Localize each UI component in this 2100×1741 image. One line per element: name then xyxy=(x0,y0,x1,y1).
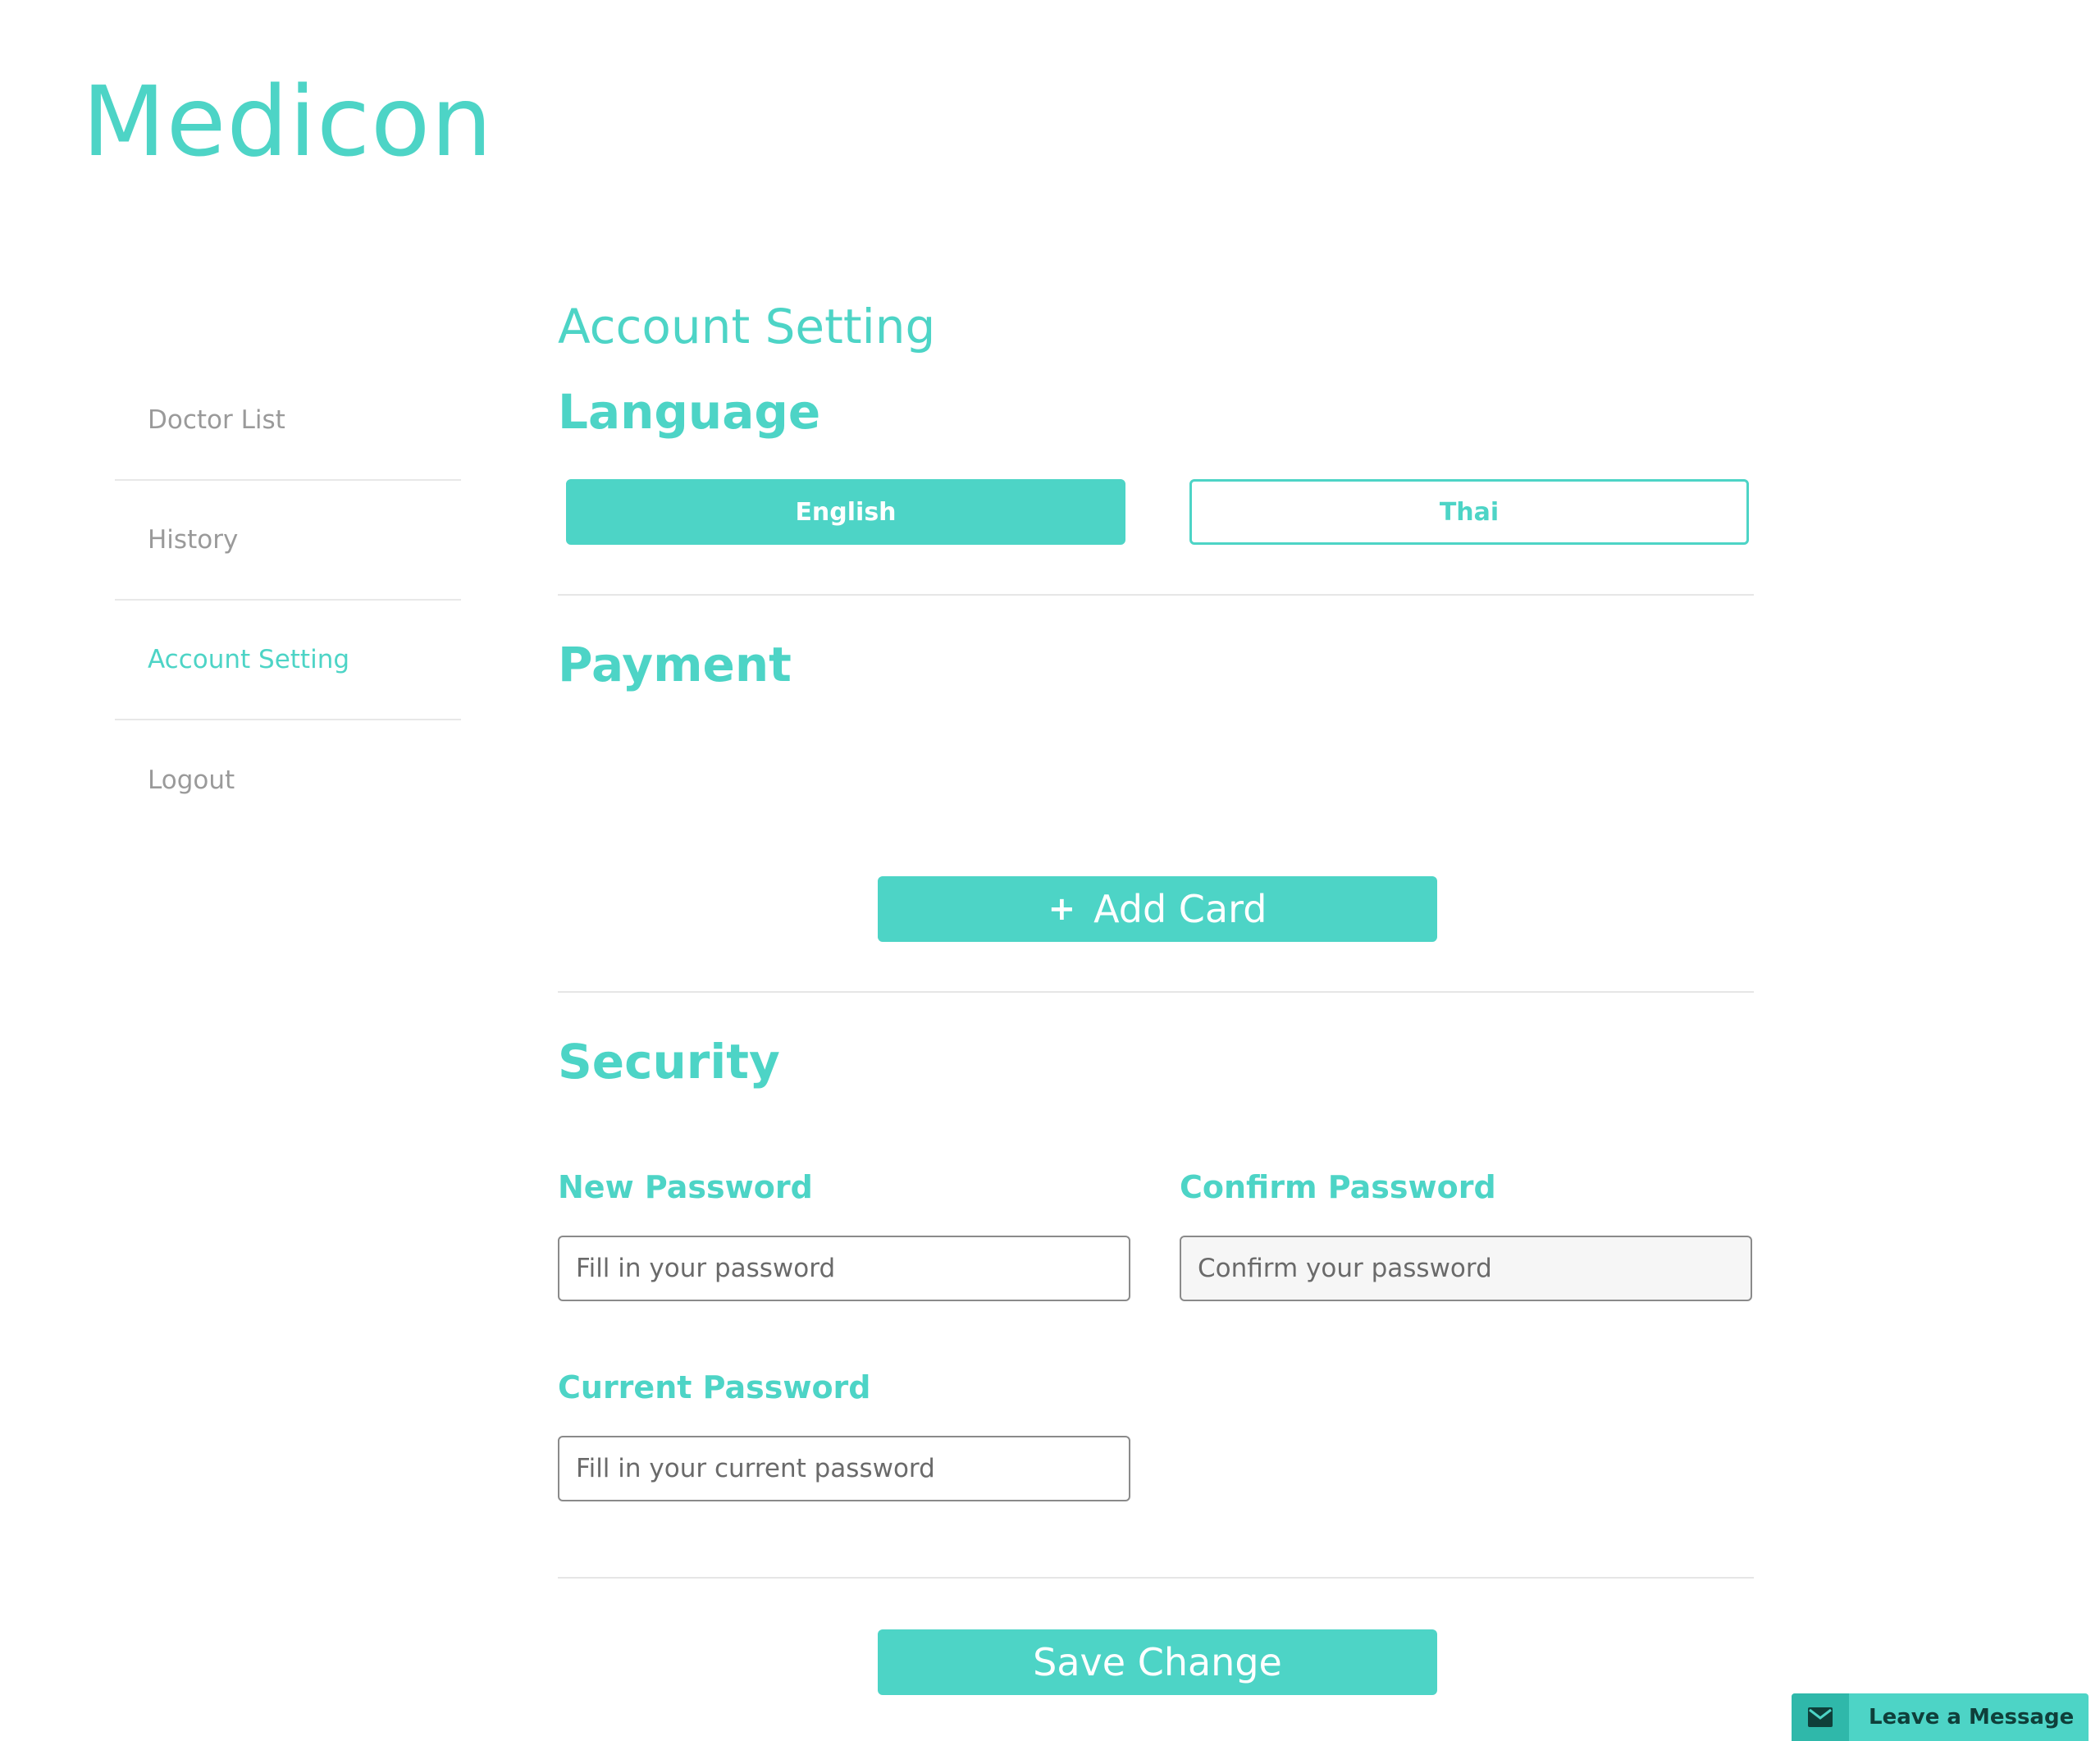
add-card-button[interactable]: + Add Card xyxy=(878,876,1437,942)
sidebar-item-account-setting[interactable]: Account Setting xyxy=(115,601,461,720)
section-divider xyxy=(558,991,1754,993)
language-thai-button[interactable]: Thai xyxy=(1189,479,1749,545)
payment-heading: Payment xyxy=(558,637,792,692)
language-english-button[interactable]: English xyxy=(566,479,1125,545)
confirm-password-label: Confirm Password xyxy=(1180,1169,1496,1205)
add-card-label: Add Card xyxy=(1093,887,1267,931)
mail-icon xyxy=(1792,1693,1849,1741)
sidebar-item-logout[interactable]: Logout xyxy=(115,720,461,840)
sidebar-nav: Doctor List History Account Setting Logo… xyxy=(115,361,461,840)
sidebar-item-history[interactable]: History xyxy=(115,481,461,601)
sidebar-item-doctor-list[interactable]: Doctor List xyxy=(115,361,461,481)
leave-message-widget[interactable]: Leave a Message xyxy=(1792,1693,2089,1741)
brand-logo: Medicon xyxy=(82,65,493,178)
current-password-label: Current Password xyxy=(558,1369,871,1405)
new-password-input[interactable] xyxy=(558,1236,1130,1301)
security-heading: Security xyxy=(558,1034,780,1090)
section-divider xyxy=(558,594,1754,596)
save-change-button[interactable]: Save Change xyxy=(878,1629,1437,1695)
new-password-label: New Password xyxy=(558,1169,813,1205)
confirm-password-input[interactable] xyxy=(1180,1236,1752,1301)
language-heading: Language xyxy=(558,384,821,440)
page-title: Account Setting xyxy=(558,299,936,354)
section-divider xyxy=(558,1577,1754,1579)
current-password-input[interactable] xyxy=(558,1436,1130,1501)
leave-message-label: Leave a Message xyxy=(1869,1705,2075,1730)
plus-icon: + xyxy=(1048,890,1076,928)
